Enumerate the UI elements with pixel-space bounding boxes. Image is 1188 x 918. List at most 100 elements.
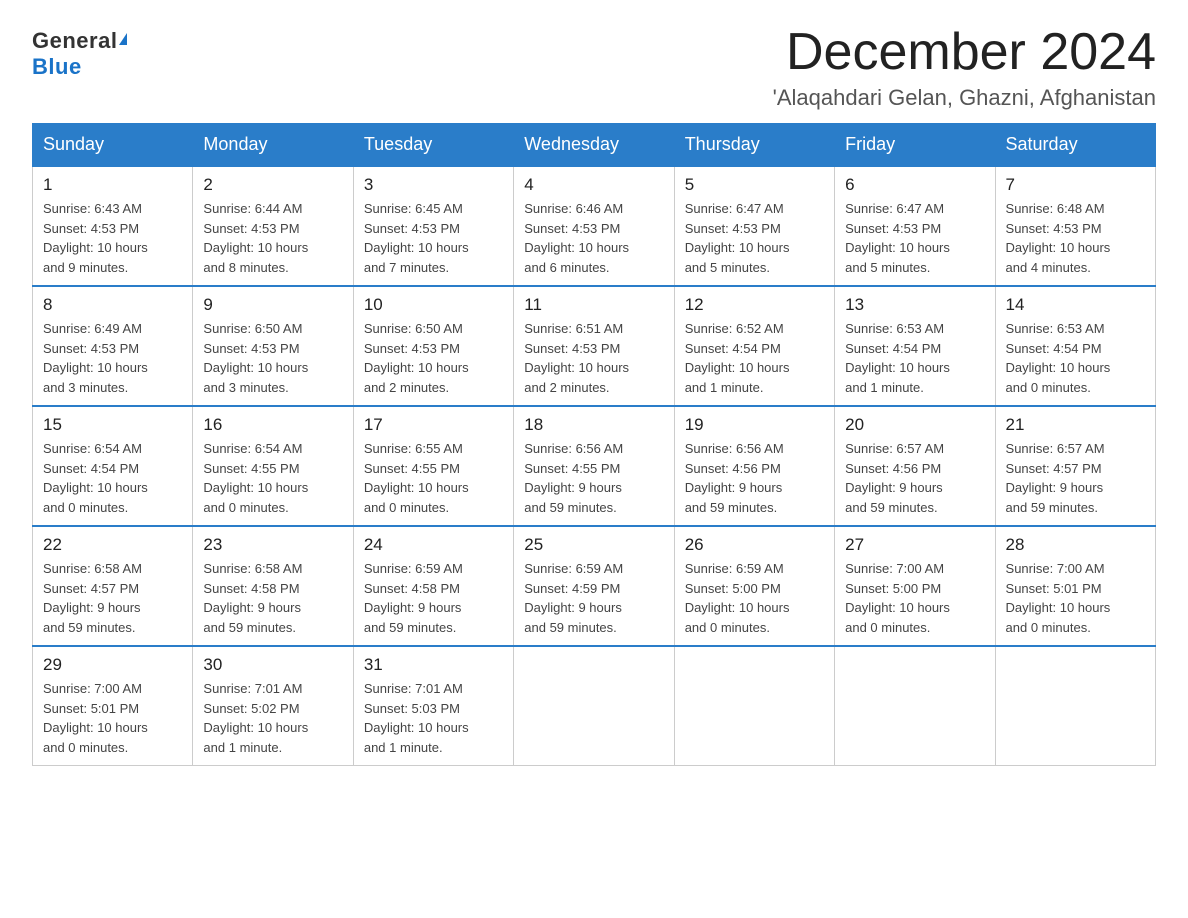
logo-general-text: General <box>32 28 117 54</box>
day-number: 26 <box>685 535 824 555</box>
day-number: 14 <box>1006 295 1145 315</box>
day-info: Sunrise: 6:47 AM Sunset: 4:53 PM Dayligh… <box>845 199 984 277</box>
day-number: 6 <box>845 175 984 195</box>
header-thursday: Thursday <box>674 124 834 167</box>
logo: General Blue <box>32 28 127 80</box>
calendar-week-row: 8 Sunrise: 6:49 AM Sunset: 4:53 PM Daylig… <box>33 286 1156 406</box>
calendar-week-row: 15 Sunrise: 6:54 AM Sunset: 4:54 PM Dayli… <box>33 406 1156 526</box>
day-info: Sunrise: 6:58 AM Sunset: 4:57 PM Dayligh… <box>43 559 182 637</box>
day-info: Sunrise: 7:01 AM Sunset: 5:02 PM Dayligh… <box>203 679 342 757</box>
calendar-cell: 28 Sunrise: 7:00 AM Sunset: 5:01 PM Dayli… <box>995 526 1155 646</box>
calendar-cell: 25 Sunrise: 6:59 AM Sunset: 4:59 PM Dayli… <box>514 526 674 646</box>
calendar-cell: 20 Sunrise: 6:57 AM Sunset: 4:56 PM Dayli… <box>835 406 995 526</box>
day-info: Sunrise: 6:54 AM Sunset: 4:55 PM Dayligh… <box>203 439 342 517</box>
day-info: Sunrise: 7:00 AM Sunset: 5:01 PM Dayligh… <box>1006 559 1145 637</box>
header-friday: Friday <box>835 124 995 167</box>
calendar-cell: 10 Sunrise: 6:50 AM Sunset: 4:53 PM Dayli… <box>353 286 513 406</box>
calendar-cell <box>835 646 995 766</box>
day-number: 1 <box>43 175 182 195</box>
day-info: Sunrise: 6:54 AM Sunset: 4:54 PM Dayligh… <box>43 439 182 517</box>
day-number: 19 <box>685 415 824 435</box>
day-number: 25 <box>524 535 663 555</box>
header-tuesday: Tuesday <box>353 124 513 167</box>
day-info: Sunrise: 6:58 AM Sunset: 4:58 PM Dayligh… <box>203 559 342 637</box>
day-number: 30 <box>203 655 342 675</box>
calendar-cell: 1 Sunrise: 6:43 AM Sunset: 4:53 PM Daylig… <box>33 166 193 286</box>
month-title: December 2024 <box>773 24 1156 81</box>
calendar-cell: 7 Sunrise: 6:48 AM Sunset: 4:53 PM Daylig… <box>995 166 1155 286</box>
calendar-header-row: SundayMondayTuesdayWednesdayThursdayFrid… <box>33 124 1156 167</box>
day-number: 10 <box>364 295 503 315</box>
day-number: 28 <box>1006 535 1145 555</box>
header-monday: Monday <box>193 124 353 167</box>
calendar-cell: 6 Sunrise: 6:47 AM Sunset: 4:53 PM Daylig… <box>835 166 995 286</box>
calendar-cell: 16 Sunrise: 6:54 AM Sunset: 4:55 PM Dayli… <box>193 406 353 526</box>
day-number: 31 <box>364 655 503 675</box>
day-info: Sunrise: 6:59 AM Sunset: 5:00 PM Dayligh… <box>685 559 824 637</box>
day-info: Sunrise: 6:59 AM Sunset: 4:58 PM Dayligh… <box>364 559 503 637</box>
day-number: 5 <box>685 175 824 195</box>
day-number: 18 <box>524 415 663 435</box>
page-header: General Blue December 2024 'Alaqahdari G… <box>32 24 1156 111</box>
title-area: December 2024 'Alaqahdari Gelan, Ghazni,… <box>773 24 1156 111</box>
day-info: Sunrise: 6:52 AM Sunset: 4:54 PM Dayligh… <box>685 319 824 397</box>
day-info: Sunrise: 6:57 AM Sunset: 4:57 PM Dayligh… <box>1006 439 1145 517</box>
day-info: Sunrise: 6:46 AM Sunset: 4:53 PM Dayligh… <box>524 199 663 277</box>
day-info: Sunrise: 6:59 AM Sunset: 4:59 PM Dayligh… <box>524 559 663 637</box>
day-number: 16 <box>203 415 342 435</box>
calendar-cell: 13Sunrise: 6:53 AM Sunset: 4:54 PM Dayli… <box>835 286 995 406</box>
calendar-cell: 22Sunrise: 6:58 AM Sunset: 4:57 PM Dayli… <box>33 526 193 646</box>
day-number: 8 <box>43 295 182 315</box>
calendar-cell: 15 Sunrise: 6:54 AM Sunset: 4:54 PM Dayli… <box>33 406 193 526</box>
day-number: 2 <box>203 175 342 195</box>
calendar-cell: 24 Sunrise: 6:59 AM Sunset: 4:58 PM Dayli… <box>353 526 513 646</box>
day-number: 4 <box>524 175 663 195</box>
day-number: 20 <box>845 415 984 435</box>
day-info: Sunrise: 6:50 AM Sunset: 4:53 PM Dayligh… <box>203 319 342 397</box>
day-number: 27 <box>845 535 984 555</box>
day-info: Sunrise: 6:48 AM Sunset: 4:53 PM Dayligh… <box>1006 199 1145 277</box>
calendar-cell: 29 Sunrise: 7:00 AM Sunset: 5:01 PM Dayli… <box>33 646 193 766</box>
day-info: Sunrise: 7:00 AM Sunset: 5:01 PM Dayligh… <box>43 679 182 757</box>
calendar-cell <box>995 646 1155 766</box>
day-info: Sunrise: 6:53 AM Sunset: 4:54 PM Dayligh… <box>845 319 984 397</box>
calendar-cell: 21 Sunrise: 6:57 AM Sunset: 4:57 PM Dayli… <box>995 406 1155 526</box>
day-info: Sunrise: 6:56 AM Sunset: 4:56 PM Dayligh… <box>685 439 824 517</box>
location-title: 'Alaqahdari Gelan, Ghazni, Afghanistan <box>773 85 1156 111</box>
day-info: Sunrise: 6:47 AM Sunset: 4:53 PM Dayligh… <box>685 199 824 277</box>
calendar-cell: 5 Sunrise: 6:47 AM Sunset: 4:53 PM Daylig… <box>674 166 834 286</box>
calendar-cell: 23 Sunrise: 6:58 AM Sunset: 4:58 PM Dayli… <box>193 526 353 646</box>
day-number: 21 <box>1006 415 1145 435</box>
header-wednesday: Wednesday <box>514 124 674 167</box>
header-saturday: Saturday <box>995 124 1155 167</box>
day-info: Sunrise: 6:49 AM Sunset: 4:53 PM Dayligh… <box>43 319 182 397</box>
day-info: Sunrise: 6:44 AM Sunset: 4:53 PM Dayligh… <box>203 199 342 277</box>
day-info: Sunrise: 6:57 AM Sunset: 4:56 PM Dayligh… <box>845 439 984 517</box>
calendar-week-row: 1 Sunrise: 6:43 AM Sunset: 4:53 PM Daylig… <box>33 166 1156 286</box>
calendar-table: SundayMondayTuesdayWednesdayThursdayFrid… <box>32 123 1156 766</box>
day-number: 29 <box>43 655 182 675</box>
calendar-cell: 31 Sunrise: 7:01 AM Sunset: 5:03 PM Dayli… <box>353 646 513 766</box>
day-number: 23 <box>203 535 342 555</box>
header-sunday: Sunday <box>33 124 193 167</box>
day-number: 17 <box>364 415 503 435</box>
calendar-cell: 9 Sunrise: 6:50 AM Sunset: 4:53 PM Daylig… <box>193 286 353 406</box>
day-number: 7 <box>1006 175 1145 195</box>
day-info: Sunrise: 6:43 AM Sunset: 4:53 PM Dayligh… <box>43 199 182 277</box>
day-number: 11 <box>524 295 663 315</box>
calendar-week-row: 22Sunrise: 6:58 AM Sunset: 4:57 PM Dayli… <box>33 526 1156 646</box>
day-number: 15 <box>43 415 182 435</box>
day-info: Sunrise: 7:01 AM Sunset: 5:03 PM Dayligh… <box>364 679 503 757</box>
calendar-cell <box>514 646 674 766</box>
calendar-cell: 18Sunrise: 6:56 AM Sunset: 4:55 PM Dayli… <box>514 406 674 526</box>
calendar-cell: 19 Sunrise: 6:56 AM Sunset: 4:56 PM Dayli… <box>674 406 834 526</box>
calendar-cell: 14Sunrise: 6:53 AM Sunset: 4:54 PM Dayli… <box>995 286 1155 406</box>
day-number: 24 <box>364 535 503 555</box>
calendar-cell: 27Sunrise: 7:00 AM Sunset: 5:00 PM Dayli… <box>835 526 995 646</box>
calendar-cell: 3Sunrise: 6:45 AM Sunset: 4:53 PM Daylig… <box>353 166 513 286</box>
day-info: Sunrise: 6:45 AM Sunset: 4:53 PM Dayligh… <box>364 199 503 277</box>
calendar-cell: 11Sunrise: 6:51 AM Sunset: 4:53 PM Dayli… <box>514 286 674 406</box>
day-number: 12 <box>685 295 824 315</box>
day-info: Sunrise: 6:50 AM Sunset: 4:53 PM Dayligh… <box>364 319 503 397</box>
day-number: 9 <box>203 295 342 315</box>
